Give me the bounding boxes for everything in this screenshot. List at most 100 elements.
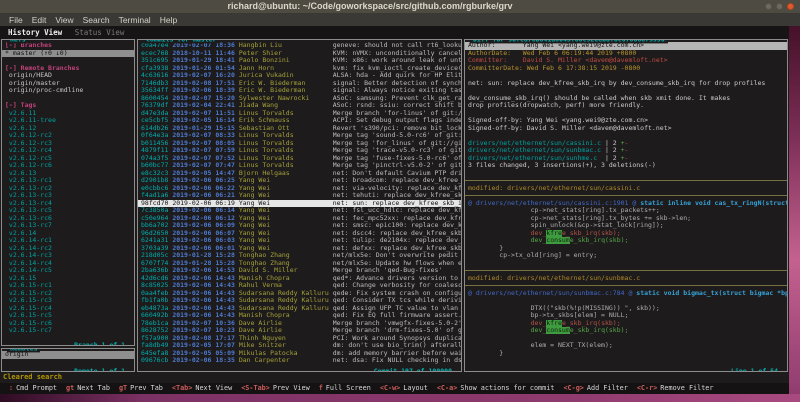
diff-line[interactable]: cp->net_stats[ring].tx_packets++; (465, 207, 787, 215)
commit-row[interactable]: 7c3850a 2019-02-06 06:14 Yang Wei net: f… (138, 207, 461, 215)
diff-line[interactable]: AuthorDate: Wed Feb 6 06:19:44 2019 +080… (465, 50, 787, 58)
commit-row[interactable]: 3703a39 2019-02-06 06:01 Yang Wei net: d… (138, 245, 461, 253)
diff-line[interactable]: Signed-off-by: David S. Miller <davem@da… (465, 125, 787, 133)
diff-line[interactable]: CommitterDate: Wed Feb 6 17:38:15 2019 -… (465, 65, 787, 73)
commit-row[interactable]: 76379df 2019-02-04 22:41 Jiada Wang ASoC… (138, 102, 461, 110)
diff-line[interactable]: drop profiles(dropwatch, perf) more frie… (465, 102, 787, 110)
menu-item-search[interactable]: Search (83, 15, 110, 25)
diff-line[interactable]: elem = NEXT_TX(elem); (465, 342, 787, 350)
diff-line[interactable]: dev_consume_skb_irq() should be called w… (465, 95, 787, 103)
commit-row[interactable]: 4c63616 2019-02-07 16:20 Jurica Vukadin … (138, 72, 461, 80)
commit-row[interactable]: e8c32c3 2019-02-05 14:47 Bjorn Helgaas n… (138, 170, 461, 178)
commit-row[interactable]: 35634ff 2019-02-06 18:39 Eric W. Biederm… (138, 87, 461, 95)
ref-item[interactable]: v2.6.14-rc3 (2, 252, 134, 260)
diff-line[interactable]: } (465, 350, 787, 358)
commit-row[interactable]: 074a3f5 2019-02-07 07:52 Linus Torvalds … (138, 155, 461, 163)
ref-section-header[interactable]: [-] Tags (2, 102, 134, 110)
ref-item[interactable]: v2.6.13-rc6 (2, 215, 134, 223)
ref-item[interactable]: v2.6.13-rc1 (2, 177, 134, 185)
diff-line[interactable]: cp->net_stats[ring].tx_bytes += skb->len… (465, 215, 787, 223)
ref-item[interactable]: v2.6.15-rc4 (2, 305, 134, 313)
ref-item[interactable]: v2.6.12-rc6 (2, 162, 134, 170)
commit-row[interactable]: fb1fa0b 2019-02-06 14:43 Sudarsana Reddy… (138, 297, 461, 305)
diff-line[interactable]: drivers/net/ethernet/sun/sunhme.c | 2 +- (465, 155, 787, 163)
menu-item-help[interactable]: Help (160, 15, 177, 25)
commit-row[interactable]: 0aa4feb 2019-02-06 14:43 Sudarsana Reddy… (138, 290, 461, 298)
menu-item-view[interactable]: View (55, 15, 73, 25)
diff-line[interactable]: bp->tx_skbs[elem] = NULL; (465, 312, 787, 320)
ref-item[interactable]: v2.6.15-rc6 (2, 320, 134, 328)
commit-row[interactable]: 218d05c 2019-01-28 15:28 Tonghao Zhang n… (138, 252, 461, 260)
window-titlebar[interactable]: richard@ubuntu: ~/Code/goworkspace/src/g… (0, 0, 800, 14)
commit-row[interactable]: 4879f11 2019-02-07 07:59 Linus Torvalds … (138, 147, 461, 155)
diff-line[interactable]: dev_consume_skb_irq(skb); (465, 327, 787, 335)
diff-line[interactable]: dev_kfree_skb_irq(skb); (465, 230, 787, 238)
commit-row[interactable]: cfa3938 2019-01-26 01:54 Jann Horn kvm: … (138, 65, 461, 73)
ref-item[interactable]: v2.6.12-rc4 (2, 147, 134, 155)
diff-line[interactable]: 3 files changed, 3 insertions(+), 3 dele… (465, 162, 787, 170)
ref-item[interactable]: v2.6.15 (2, 275, 134, 283)
commit-row[interactable]: ce5cbf5 2019-02-05 16:14 Erik Schmauss A… (138, 117, 461, 125)
ref-item[interactable]: * master (↑0 ↓0) (2, 50, 134, 58)
ref-item[interactable]: v2.6.15-rc1 (2, 282, 134, 290)
ref-item[interactable]: v2.6.11-tree (2, 117, 134, 125)
ref-item[interactable]: v2.6.13-rc5 (2, 207, 134, 215)
ref-item[interactable]: v2.6.13-rc7 (2, 222, 134, 230)
tab-history-view[interactable]: History View (8, 28, 62, 37)
commit-row[interactable]: 614db26 2019-01-29 15:15 Sebastian Ott R… (138, 125, 461, 133)
diff-line[interactable]: DTX(("skb(%!p(MISSING)) ", skb)); (465, 305, 787, 313)
commit-row[interactable]: f4ad1a6 2019-02-06 06:21 Yang Wei net: t… (138, 192, 461, 200)
tab-status-view[interactable]: Status View (75, 28, 125, 37)
commit-row[interactable]: d2901b8 2019-02-06 06:25 Yang Wei net: b… (138, 177, 461, 185)
ref-item[interactable]: v2.6.14-rc1 (2, 237, 134, 245)
ref-item[interactable]: v2.6.13-rc2 (2, 185, 134, 193)
commit-row[interactable]: 78eb1ca 2019-02-07 10:36 Dave Airlie Mer… (138, 320, 461, 328)
commit-row[interactable]: b011456 2019-02-07 08:05 Linus Torvalds … (138, 140, 461, 148)
diff-line[interactable]: @ drivers/net/ethernet/sun/cassini.c:190… (465, 200, 787, 208)
diff-line[interactable]: dev_kfree_skb_irq(skb); (465, 320, 787, 328)
diff-line[interactable]: modified: drivers/net/ethernet/sun/cassi… (465, 185, 787, 193)
ref-item[interactable]: v2.6.14-rc5 (2, 267, 134, 275)
ref-item[interactable]: v2.6.13 (2, 170, 134, 178)
commit-row[interactable]: c50e964 2019-02-06 06:12 Yang Wei net: f… (138, 215, 461, 223)
commit-row[interactable]: bb6a702 2019-02-06 06:09 Yang Wei net: s… (138, 222, 461, 230)
ref-item[interactable]: v2.6.14 (2, 230, 134, 238)
commit-row[interactable]: 8c85025 2019-02-06 14:43 Rahul Verma qed… (138, 282, 461, 290)
diff-line[interactable]: net: sun: replace dev_kfree_skb_irq by d… (465, 80, 787, 88)
commit-row[interactable]: d47e3da 2019-02-07 11:51 Linus Torvalds … (138, 110, 461, 118)
commit-row[interactable]: 660492b 2019-02-06 14:43 Manish Chopra q… (138, 312, 461, 320)
diff-line[interactable]: modified: drivers/net/ethernet/sun/sunbm… (465, 275, 787, 283)
commit-row[interactable]: eb4873a 2019-02-06 14:43 Sudarsana Reddy… (138, 305, 461, 313)
diff-line[interactable]: cp->tx_old[ring] = entry; (465, 252, 787, 260)
diff-line[interactable]: Committer: David S. Miller <davem@daveml… (465, 57, 787, 65)
commit-row[interactable]: 6241a31 2019-02-06 06:03 Yang Wei net: t… (138, 237, 461, 245)
ref-item[interactable]: origin/HEAD (2, 72, 134, 80)
ref-item[interactable]: v2.6.13-rc3 (2, 192, 134, 200)
commit-row[interactable]: 96d2650 2019-02-06 06:07 Yang Wei net: d… (138, 230, 461, 238)
ref-item[interactable]: origin/master (2, 80, 134, 88)
diff-line[interactable]: } (465, 245, 787, 253)
commit-row[interactable]: fa8db49 2019-02-05 17:07 Mike Snitzer dm… (138, 342, 461, 350)
commit-row[interactable]: 09676cb 2019-02-06 18:35 Dan Carpenter n… (138, 357, 461, 365)
commit-row[interactable]: 0f64e3a 2019-02-07 08:33 Linus Torvalds … (138, 132, 461, 140)
ref-section-header[interactable]: [-] Remote Branches (2, 65, 134, 73)
commit-row[interactable]: 2ba636b 2019-02-06 14:53 David S. Miller… (138, 267, 461, 275)
ref-item[interactable]: v2.6.15-rc3 (2, 297, 134, 305)
commit-row[interactable]: 8600454 2019-02-07 15:20 Sylwester Nawro… (138, 95, 461, 103)
ref-item[interactable]: v2.6.15-rc7 (2, 327, 134, 335)
commit-row[interactable]: b60bc77 2019-02-07 07:47 Linus Torvalds … (138, 162, 461, 170)
ref-item[interactable]: v2.6.13-rc4 (2, 200, 134, 208)
diff-line[interactable]: drivers/net/ethernet/sun/cassini.c | 2 +… (465, 140, 787, 148)
ref-item[interactable]: origin/proc-cmdline (2, 87, 134, 95)
diff-line[interactable]: spin_unlock(&cp->stat_lock[ring]); (465, 222, 787, 230)
commit-row[interactable]: 645efa8 2019-02-05 05:09 Mikulas Patocka… (138, 350, 461, 358)
ref-item[interactable]: v2.6.15-rc5 (2, 312, 134, 320)
maximize-icon[interactable] (776, 3, 783, 10)
diff-line[interactable]: dev_consume_skb_irq(skb); (465, 237, 787, 245)
commit-row[interactable]: 98fcd70 2019-02-06 06:19 Yang Wei net: s… (138, 200, 461, 208)
ref-item[interactable]: v2.6.12-rc3 (2, 140, 134, 148)
menu-item-terminal[interactable]: Terminal (119, 15, 151, 25)
commit-row[interactable]: 42d6cd6 2019-02-06 14:43 Manish Chopra q… (138, 275, 461, 283)
commit-row[interactable]: ecec768 2018-10-11 11:46 Peter Shier KVM… (138, 50, 461, 58)
ref-item[interactable]: v2.6.12 (2, 125, 134, 133)
